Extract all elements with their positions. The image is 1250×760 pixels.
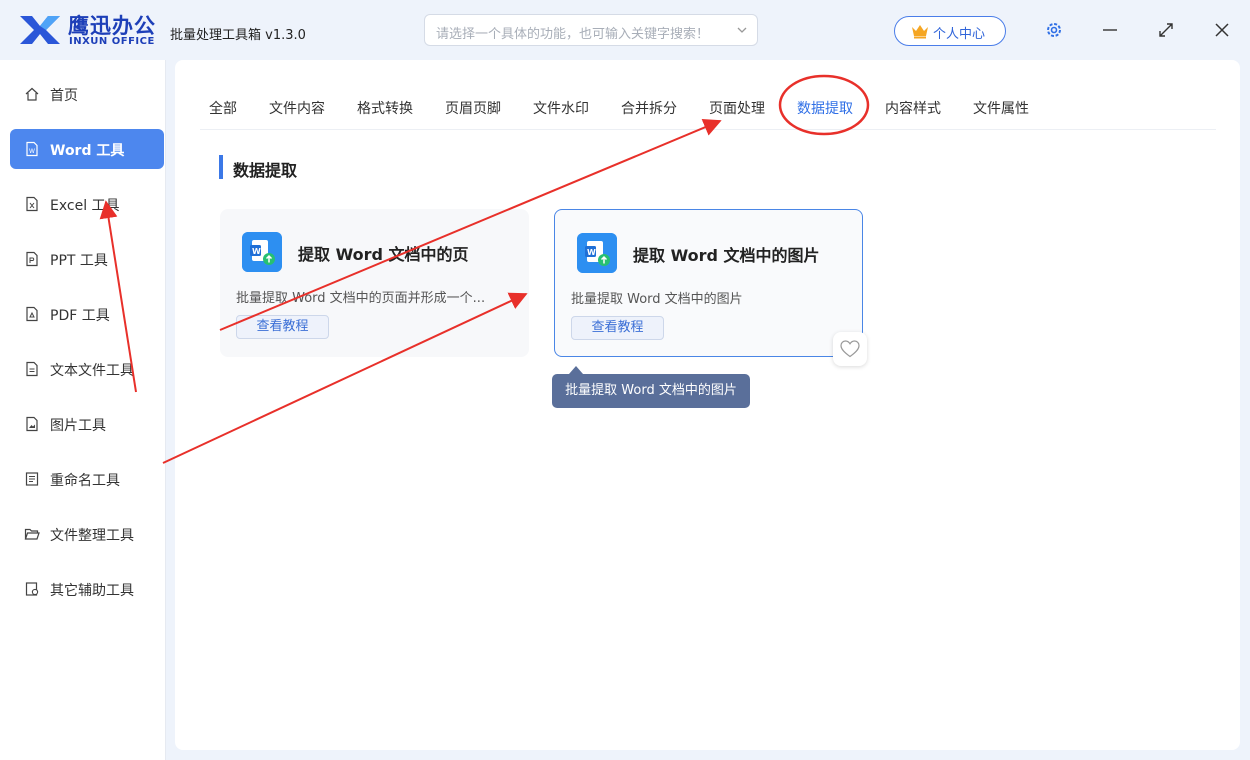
maximize-icon[interactable]: [1156, 20, 1176, 40]
app-title: 批量处理工具箱 v1.3.0: [170, 28, 306, 43]
word-extract-icon: W: [242, 232, 282, 272]
section-title: 数据提取: [233, 161, 298, 180]
card-title: 提取 Word 文档中的图片: [633, 246, 820, 265]
view-tutorial-button[interactable]: 查看教程: [236, 315, 329, 339]
pdf-file-icon: [26, 306, 38, 322]
sidebar-item-text[interactable]: 文本文件工具: [10, 349, 164, 389]
view-tutorial-button[interactable]: 查看教程: [571, 316, 664, 340]
tooltip-arrow: [569, 366, 583, 374]
gear-icon[interactable]: [1045, 21, 1063, 39]
sidebar-item-label: Excel 工具: [50, 198, 120, 214]
tab-all[interactable]: 全部: [209, 98, 237, 118]
rename-icon: [25, 472, 39, 486]
sidebar-item-label: 文本文件工具: [50, 363, 134, 379]
tab-data-extract[interactable]: 数据提取: [797, 98, 853, 118]
home-icon: [25, 87, 39, 101]
tool-card-extract-pages[interactable]: W 提取 Word 文档中的页 批量提取 Word 文档中的页面并形成一个...…: [220, 209, 529, 357]
sidebar-item-label: 其它辅助工具: [50, 583, 134, 599]
misc-tool-icon: [25, 582, 39, 596]
tab-format-convert[interactable]: 格式转换: [357, 98, 413, 118]
sidebar-item-label: 图片工具: [50, 418, 106, 434]
tab-header-footer[interactable]: 页眉页脚: [445, 98, 501, 118]
main-panel: 全部 文件内容 格式转换 页眉页脚 文件水印 合并拆分 页面处理 数据提取 内容…: [175, 60, 1240, 750]
sidebar-item-organize[interactable]: 文件整理工具: [10, 514, 164, 554]
tab-content-style[interactable]: 内容样式: [885, 98, 941, 118]
sidebar-item-home[interactable]: 首页: [10, 74, 164, 114]
sidebar-item-label: 文件整理工具: [50, 528, 134, 544]
search-input[interactable]: 请选择一个具体的功能，也可输入关键字搜索！: [424, 14, 758, 46]
card-description: 批量提取 Word 文档中的图片: [571, 292, 743, 307]
sidebar-item-rename[interactable]: 重命名工具: [10, 459, 164, 499]
tool-card-extract-images[interactable]: W 提取 Word 文档中的图片 批量提取 Word 文档中的图片 查看教程: [554, 209, 863, 357]
svg-text:W: W: [587, 248, 596, 257]
close-icon[interactable]: [1212, 20, 1232, 40]
brand-name-en: INXUN OFFICE: [69, 36, 155, 47]
text-file-icon: [26, 361, 38, 377]
word-extract-icon: W: [577, 233, 617, 273]
crown-icon: [912, 25, 928, 39]
heart-icon: [840, 340, 860, 358]
tab-file-content[interactable]: 文件内容: [269, 98, 325, 118]
sidebar-item-label: 首页: [50, 88, 78, 104]
favorite-button[interactable]: [833, 332, 867, 366]
sidebar-item-excel[interactable]: Excel 工具: [10, 184, 164, 224]
word-file-icon: W: [26, 141, 38, 157]
sidebar-item-image[interactable]: 图片工具: [10, 404, 164, 444]
user-center-button[interactable]: 个人中心: [894, 16, 1006, 46]
sidebar-item-label: Word 工具: [50, 143, 125, 159]
excel-file-icon: [26, 196, 38, 212]
minimize-icon[interactable]: [1100, 20, 1120, 40]
sidebar-item-label: PPT 工具: [50, 253, 108, 269]
svg-text:W: W: [252, 247, 261, 256]
sidebar-item-misc[interactable]: 其它辅助工具: [10, 569, 164, 609]
card-description: 批量提取 Word 文档中的页面并形成一个...: [236, 291, 486, 306]
image-file-icon: [26, 416, 38, 432]
card-tooltip: 批量提取 Word 文档中的图片: [552, 374, 750, 408]
inxun-logo-icon: [20, 16, 60, 44]
section-accent-bar: [219, 155, 223, 179]
ppt-file-icon: [26, 251, 38, 267]
chevron-down-icon: [737, 27, 747, 33]
card-title: 提取 Word 文档中的页: [298, 245, 469, 264]
tab-page-process[interactable]: 页面处理: [709, 98, 765, 118]
sidebar-item-label: PDF 工具: [50, 308, 110, 324]
tab-merge-split[interactable]: 合并拆分: [621, 98, 677, 118]
sidebar: 首页 W Word 工具 Excel 工具 PPT 工具 PDF 工具 文本文件…: [0, 60, 166, 760]
svg-text:W: W: [29, 148, 35, 155]
sidebar-item-label: 重命名工具: [50, 473, 120, 489]
tab-watermark[interactable]: 文件水印: [533, 98, 589, 118]
search-placeholder: 请选择一个具体的功能，也可输入关键字搜索！: [436, 27, 710, 42]
sidebar-item-pdf[interactable]: PDF 工具: [10, 294, 164, 334]
folder-icon: [24, 528, 40, 540]
sidebar-item-ppt[interactable]: PPT 工具: [10, 239, 164, 279]
user-center-label: 个人中心: [933, 27, 986, 42]
tab-file-properties[interactable]: 文件属性: [973, 98, 1029, 118]
sidebar-item-word[interactable]: W Word 工具: [10, 129, 164, 169]
title-bar: 鹰迅办公 INXUN OFFICE 批量处理工具箱 v1.3.0 请选择一个具体…: [0, 0, 1250, 60]
tab-divider: [200, 129, 1216, 130]
